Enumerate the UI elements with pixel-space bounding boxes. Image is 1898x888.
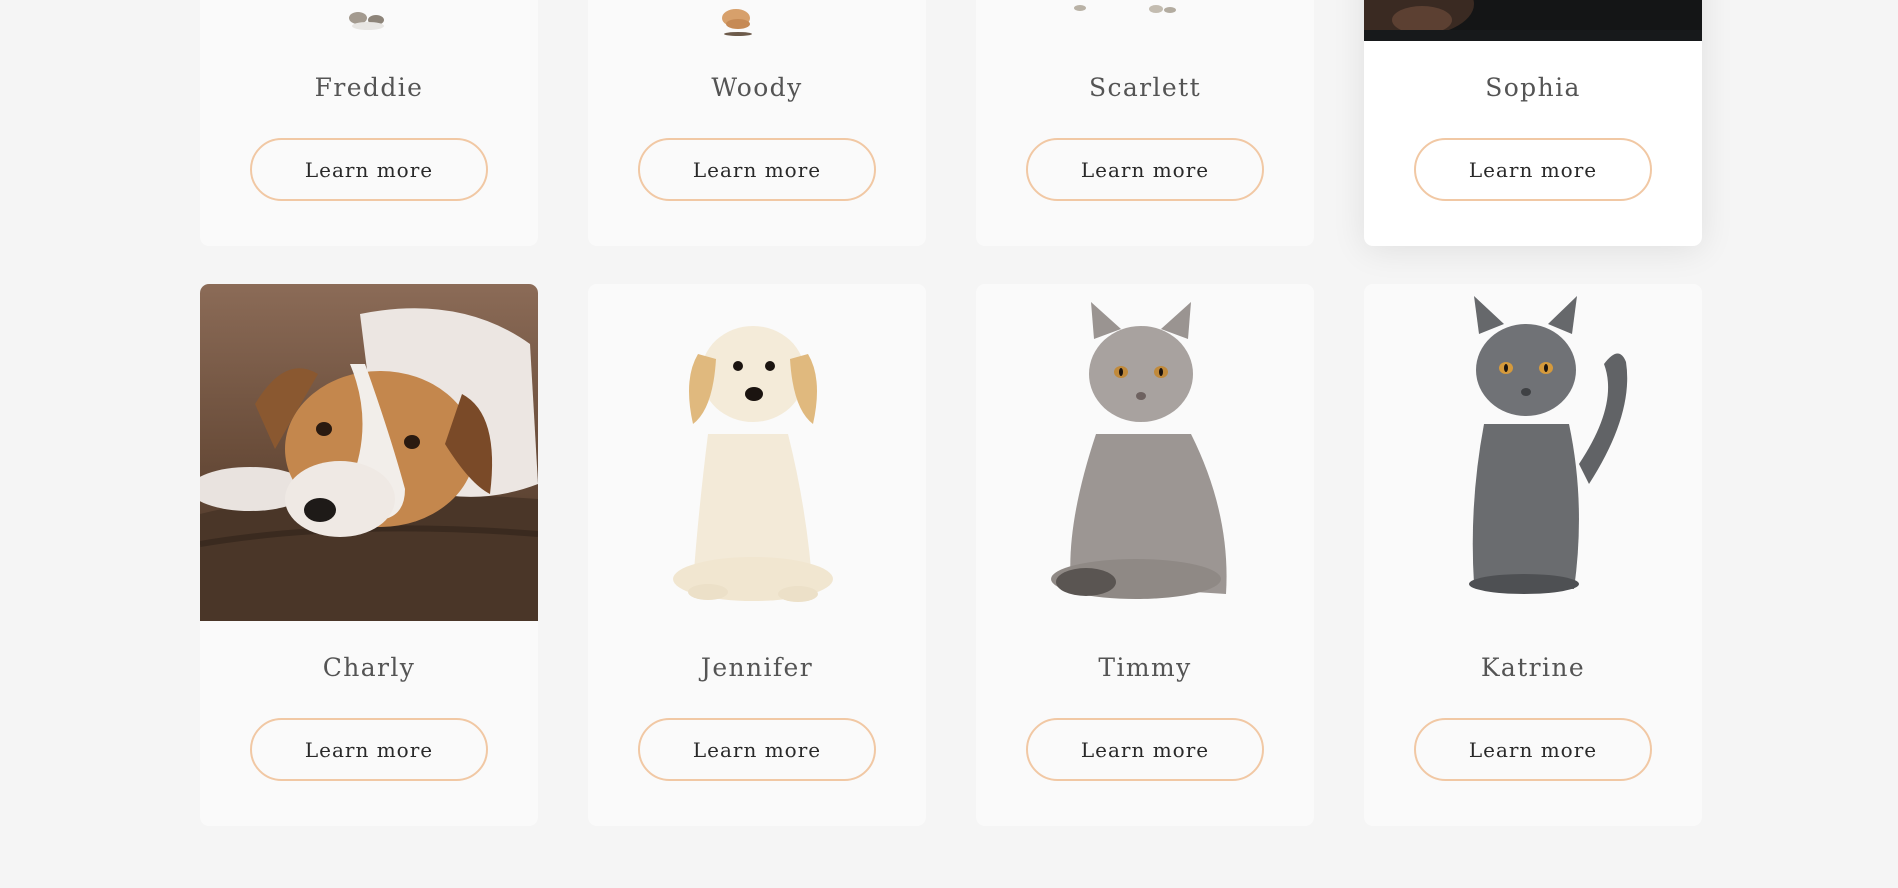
learn-more-button[interactable]: Learn more (638, 718, 876, 781)
pet-name: Timmy (1098, 653, 1192, 682)
pet-name: Katrine (1480, 653, 1586, 682)
pet-card-katrine[interactable]: Katrine Learn more (1364, 284, 1702, 826)
pet-name: Freddie (314, 73, 424, 102)
learn-more-button[interactable]: Learn more (1026, 718, 1264, 781)
pet-card-sophia[interactable]: Sophia Learn more (1364, 0, 1702, 246)
pet-name: Sophia (1485, 73, 1581, 102)
pet-card-freddie[interactable]: Freddie Learn more (200, 0, 538, 246)
learn-more-button[interactable]: Learn more (250, 138, 488, 201)
learn-more-button[interactable]: Learn more (638, 138, 876, 201)
pet-card-timmy[interactable]: Timmy Learn more (976, 284, 1314, 826)
learn-more-button[interactable]: Learn more (1414, 138, 1652, 201)
pet-photo-sophia (1364, 0, 1702, 41)
pet-name: Charly (322, 653, 416, 682)
pet-photo-katrine (1364, 284, 1702, 621)
pet-card-charly[interactable]: Charly Learn more (200, 284, 538, 826)
pet-card-scarlett[interactable]: Scarlett Learn more (976, 0, 1314, 246)
pet-photo-jennifer (588, 284, 926, 621)
pet-photo-freddie (200, 0, 538, 41)
pet-photo-timmy (976, 284, 1314, 621)
learn-more-button[interactable]: Learn more (1026, 138, 1264, 201)
pet-card-jennifer[interactable]: Jennifer Learn more (588, 284, 926, 826)
pets-grid: Freddie Learn more Woody Learn more Scar… (200, 0, 1702, 826)
learn-more-button[interactable]: Learn more (250, 718, 488, 781)
pet-photo-scarlett (976, 0, 1314, 41)
pet-name: Jennifer (700, 653, 814, 682)
pet-name: Woody (711, 73, 803, 102)
pet-card-woody[interactable]: Woody Learn more (588, 0, 926, 246)
pet-photo-charly (200, 284, 538, 621)
pet-name: Scarlett (1088, 73, 1202, 102)
learn-more-button[interactable]: Learn more (1414, 718, 1652, 781)
pet-photo-woody (588, 0, 926, 41)
